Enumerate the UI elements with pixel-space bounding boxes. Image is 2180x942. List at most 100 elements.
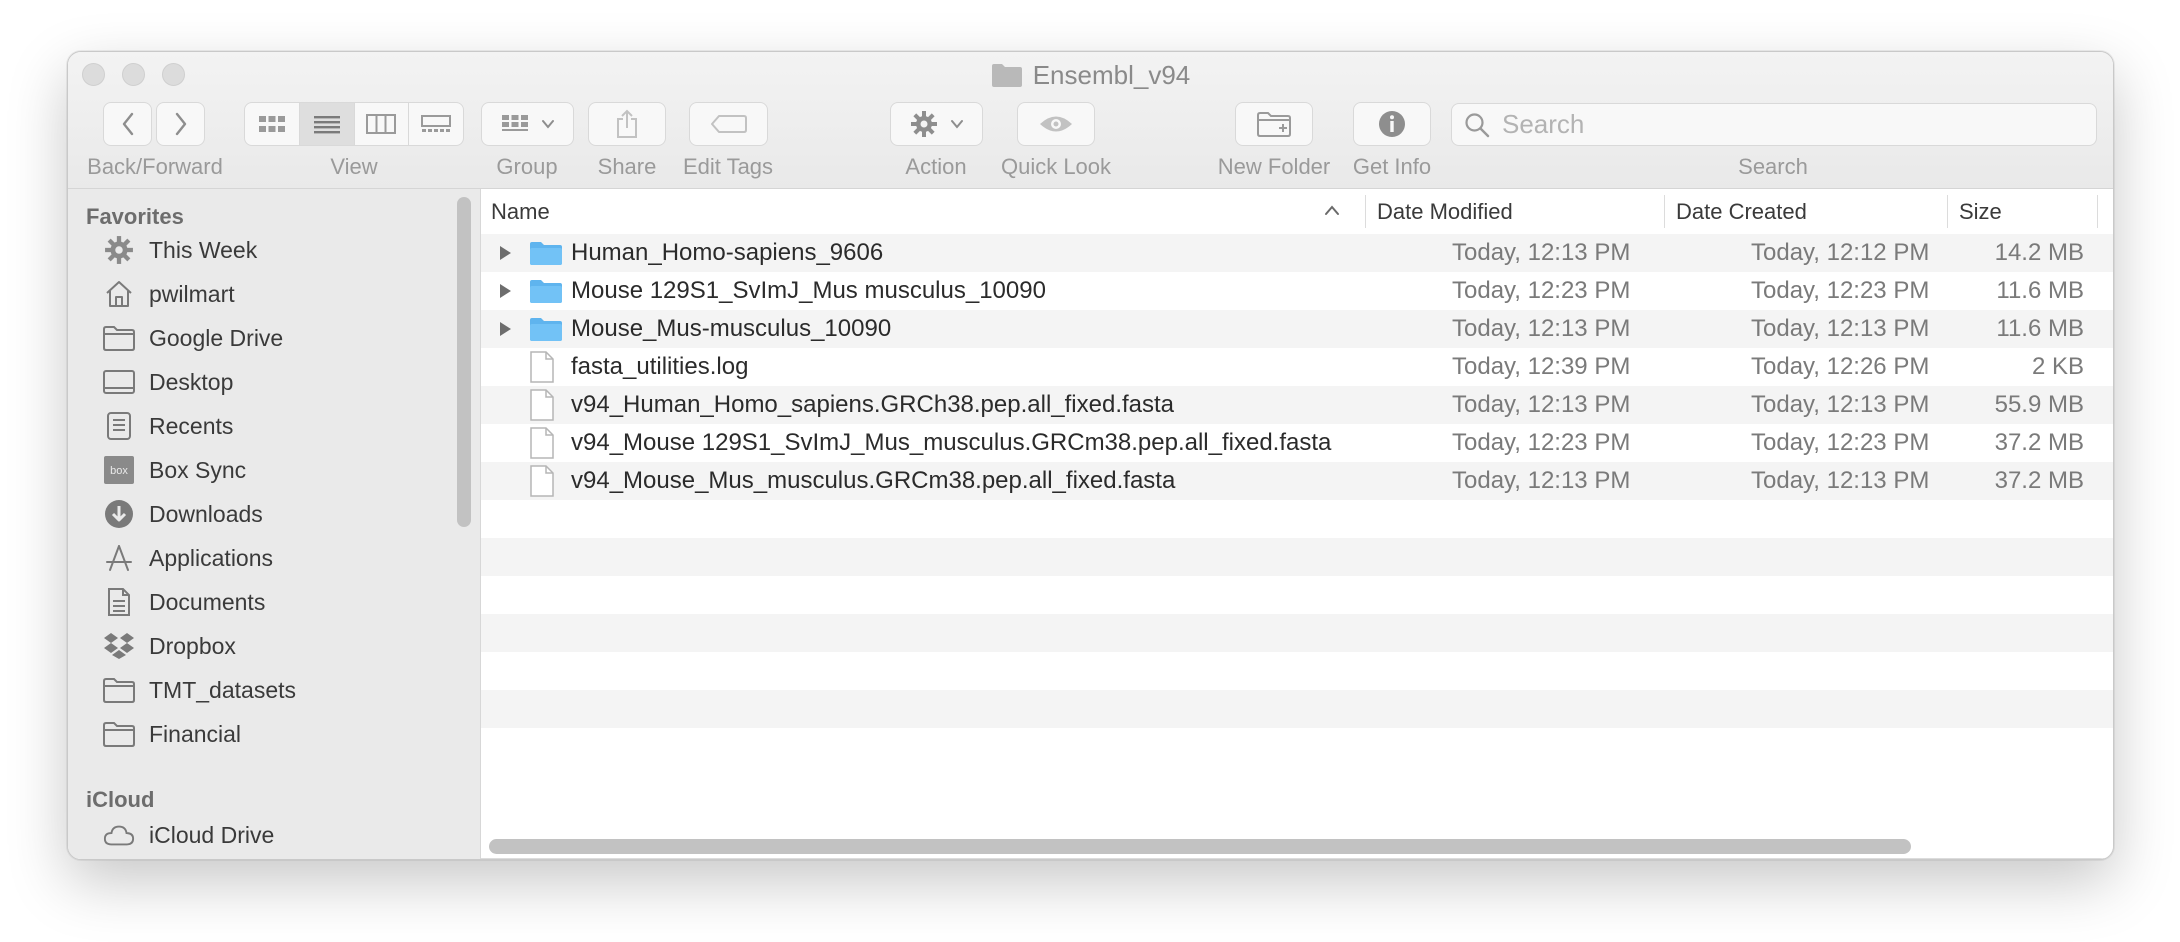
column-view-button[interactable] — [355, 103, 410, 145]
documents-icon — [103, 586, 135, 618]
finder-window: Ensembl_v94 Back/Forward View Group Shar… — [67, 51, 2114, 860]
sidebar-item-google-drive[interactable]: Google Drive — [103, 318, 283, 358]
search-field[interactable] — [1451, 103, 2097, 146]
file-size: 37.2 MB — [1994, 467, 2084, 494]
column-size[interactable]: Size — [1959, 189, 2099, 234]
disclosure-triangle-icon[interactable] — [498, 234, 512, 272]
search-input[interactable] — [1500, 108, 2064, 141]
column-name[interactable]: Name — [491, 189, 1371, 234]
column-name-label: Name — [491, 198, 550, 224]
empty-row — [481, 538, 2113, 576]
back-button[interactable] — [103, 102, 152, 146]
action-label: Action — [905, 154, 967, 179]
column-divider[interactable] — [1947, 195, 1948, 228]
eye-icon — [1040, 116, 1072, 132]
table-row[interactable]: fasta_utilities.log Today, 12:39 PM Today,… — [481, 348, 2113, 386]
get-info-button[interactable] — [1353, 102, 1431, 146]
file-size: 14.2 MB — [1994, 239, 2084, 266]
table-row[interactable]: Mouse 129S1_SvImJ_Mus musculus_10090 Toda… — [481, 272, 2113, 310]
sidebar-item-documents[interactable]: Documents — [103, 582, 265, 622]
group-label: Group — [496, 154, 558, 179]
table-row[interactable]: Mouse_Mus-musculus_10090 Today, 12:13 PM T… — [481, 310, 2113, 348]
share-icon — [617, 109, 637, 138]
column-divider[interactable] — [1365, 195, 1366, 228]
sidebar-item-tmt-datasets[interactable]: TMT_datasets — [103, 670, 296, 710]
sidebar-item-label: Recents — [149, 412, 234, 439]
sidebar-item-this-week[interactable]: This Week — [103, 230, 257, 270]
sidebar-item-financial[interactable]: Financial — [103, 714, 241, 754]
chevron-right-icon — [175, 112, 186, 136]
column-date-created[interactable]: Date Created — [1676, 189, 1956, 234]
sidebar-item-label: pwilmart — [149, 280, 235, 307]
file-name: v94_Mouse_Mus_musculus.GRCm38.pep.all_fi… — [571, 467, 1176, 494]
window-title-text: Ensembl_v94 — [1032, 59, 1191, 90]
folder-icon — [103, 718, 135, 750]
dropbox-icon — [103, 630, 135, 662]
table-row[interactable]: v94_Human_Homo_sapiens.GRCh38.pep.all_fi… — [481, 386, 2113, 424]
empty-row — [481, 690, 2113, 728]
column-divider[interactable] — [2097, 195, 2098, 228]
search-icon — [1465, 112, 1490, 137]
file-name: fasta_utilities.log — [571, 353, 749, 380]
date-modified: Today, 12:13 PM — [1452, 315, 1631, 342]
document-icon — [529, 348, 555, 386]
quick-look-button[interactable] — [1017, 102, 1095, 146]
icon-view-button[interactable] — [245, 103, 300, 145]
sidebar-item-recents[interactable]: Recents — [103, 406, 233, 446]
applications-icon — [103, 542, 135, 574]
tag-icon — [710, 115, 747, 133]
file-name: Human_Homo-sapiens_9606 — [571, 239, 884, 266]
empty-row — [481, 500, 2113, 538]
sidebar-item-label: TMT_datasets — [149, 676, 296, 703]
sidebar-item-icloud-drive[interactable]: iCloud Drive — [103, 815, 274, 855]
sidebar-item-pwilmart[interactable]: pwilmart — [103, 274, 235, 314]
grid-icon — [258, 116, 285, 132]
sidebar: Favorites This Week pwilmart Google Driv… — [68, 189, 481, 859]
group-button[interactable] — [481, 102, 574, 146]
action-button[interactable] — [890, 102, 983, 146]
view-segmented-control — [244, 102, 464, 146]
forward-button[interactable] — [156, 102, 205, 146]
edit-tags-label: Edit Tags — [682, 154, 774, 179]
file-name: Mouse 129S1_SvImJ_Mus musculus_10090 — [571, 277, 1046, 304]
sidebar-item-downloads[interactable]: Downloads — [103, 494, 263, 534]
file-name: Mouse_Mus-musculus_10090 — [571, 315, 892, 342]
date-created: Today, 12:12 PM — [1751, 239, 1930, 266]
search-label: Search — [1738, 154, 1808, 179]
folder-icon — [529, 234, 563, 272]
folder-icon — [103, 674, 135, 706]
chevron-down-icon — [950, 120, 963, 129]
list-view-button[interactable] — [299, 103, 355, 145]
window-title: Ensembl_v94 — [68, 52, 2113, 98]
columns-icon — [366, 114, 397, 134]
table-row[interactable]: v94_Mouse 129S1_SvImJ_Mus_musculus.GRCm3… — [481, 424, 2113, 462]
column-date-modified[interactable]: Date Modified — [1377, 189, 1667, 234]
column-size-label: Size — [1959, 198, 2002, 224]
new-folder-label: New Folder — [1217, 154, 1331, 179]
share-label: Share — [597, 154, 657, 179]
column-divider[interactable] — [1664, 195, 1665, 228]
sidebar-item-label: Desktop — [149, 368, 234, 395]
document-icon — [529, 424, 555, 462]
table-row[interactable]: v94_Mouse_Mus_musculus.GRCm38.pep.all_fi… — [481, 462, 2113, 500]
horizontal-scrollbar[interactable] — [489, 839, 1911, 854]
folder-icon — [103, 322, 135, 354]
sidebar-scrollbar[interactable] — [457, 197, 471, 527]
cloud-icon — [103, 819, 135, 851]
new-folder-button[interactable] — [1235, 102, 1313, 146]
disclosure-triangle-icon[interactable] — [498, 310, 512, 348]
edit-tags-button[interactable] — [689, 102, 768, 146]
date-modified: Today, 12:23 PM — [1452, 277, 1631, 304]
box-icon: box — [103, 454, 135, 486]
sidebar-item-applications[interactable]: Applications — [103, 538, 273, 578]
share-button[interactable] — [588, 102, 666, 146]
file-size: 2 KB — [2031, 353, 2084, 380]
disclosure-triangle-icon[interactable] — [498, 272, 512, 310]
home-icon — [103, 278, 135, 310]
file-size: 11.6 MB — [1996, 315, 2084, 342]
sidebar-item-desktop[interactable]: Desktop — [103, 362, 233, 402]
table-row[interactable]: Human_Homo-sapiens_9606 Today, 12:13 PM To… — [481, 234, 2113, 272]
sidebar-item-box-sync[interactable]: box Box Sync — [103, 450, 246, 490]
gallery-view-button[interactable] — [409, 103, 463, 145]
sidebar-item-dropbox[interactable]: Dropbox — [103, 626, 236, 666]
